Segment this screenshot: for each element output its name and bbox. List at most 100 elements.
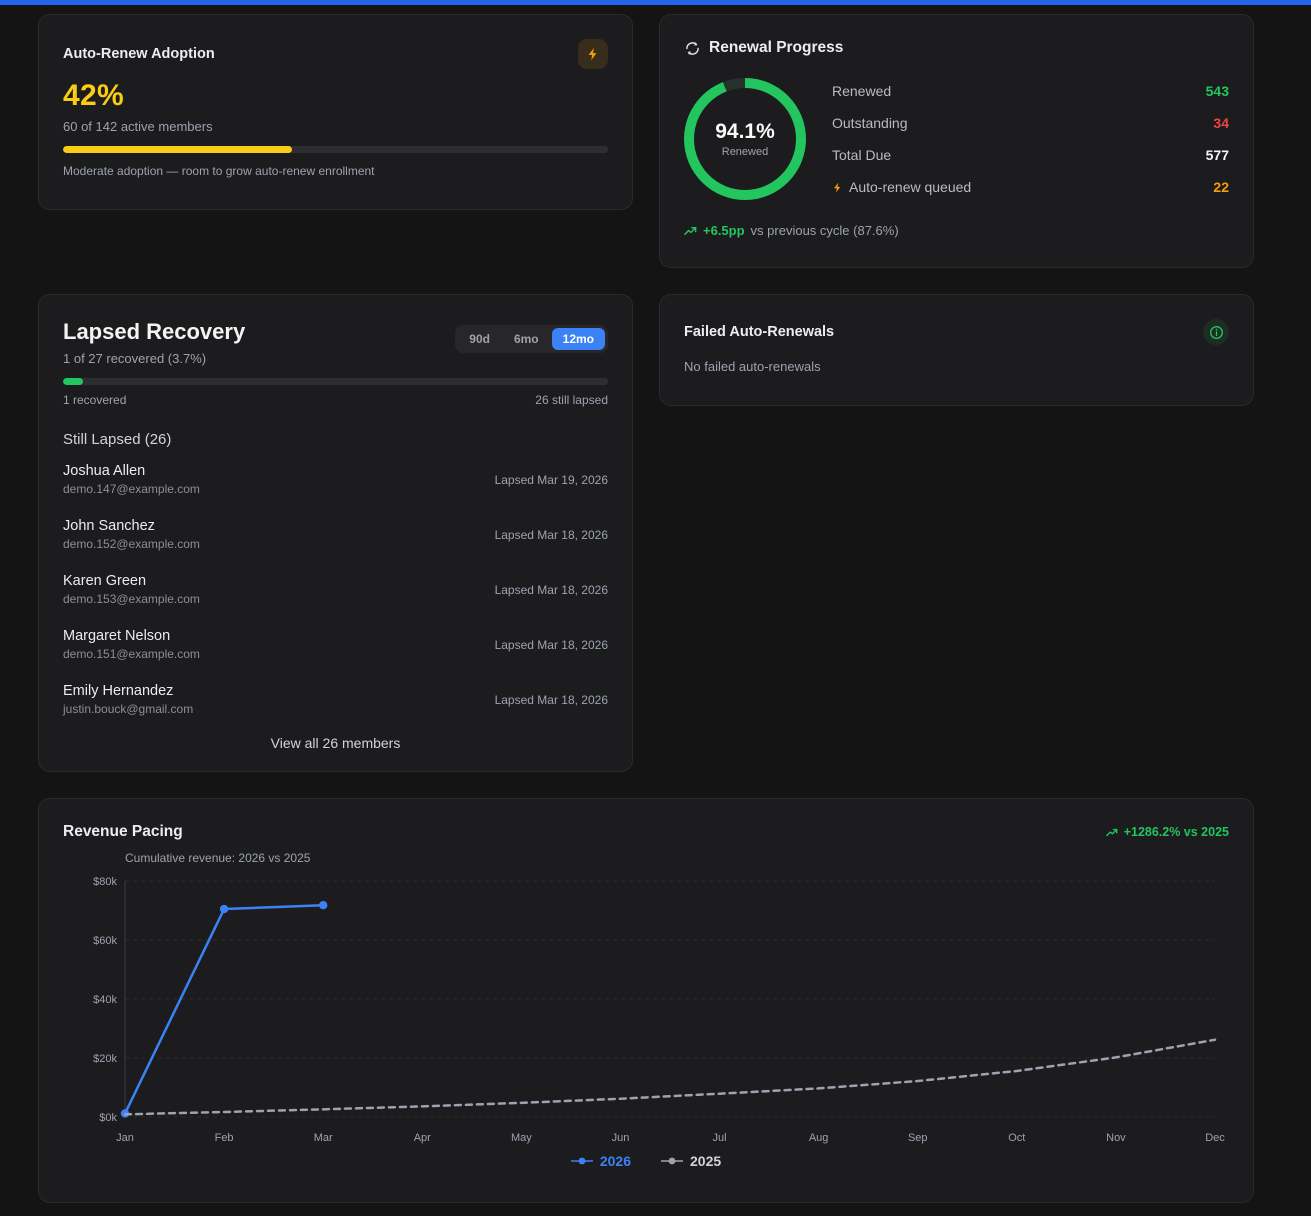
revenue-pacing-chart: $0k $20k $40k $60k $80k Jan Feb Mar Apr May Jun Jul…	[93, 876, 1225, 1144]
renewal-progress-card: Renewal Progress 94.1% Renewed Renewed 5…	[659, 14, 1254, 268]
member-row[interactable]: Margaret Nelson demo.151@example.com Lap…	[63, 617, 608, 672]
lapsed-members-list: Joshua Allen demo.147@example.com Lapsed…	[63, 452, 608, 727]
auto-renew-adoption-card: Auto-Renew Adoption 42% 60 of 142 active…	[38, 14, 633, 210]
lapsed-heading: Lapsed Recovery 1 of 27 recovered (3.7%)	[63, 319, 245, 366]
renewal-donut-chart: 94.1% Renewed	[684, 78, 806, 200]
svg-text:Dec: Dec	[1205, 1132, 1225, 1144]
failed-auto-renewals-message: No failed auto-renewals	[684, 359, 821, 374]
stat-value: 577	[1205, 147, 1229, 163]
stat-value: 543	[1205, 83, 1229, 99]
still-lapsed-section-title: Still Lapsed (26)	[63, 431, 172, 448]
card-title-failed-auto-renewals: Failed Auto-Renewals	[684, 324, 835, 340]
stat-label: Total Due	[832, 147, 892, 163]
stat-label: Outstanding	[832, 115, 908, 131]
lightning-icon	[832, 182, 843, 193]
svg-text:$60k: $60k	[93, 935, 117, 947]
card-title-lapsed-recovery: Lapsed Recovery	[63, 319, 246, 344]
stat-value: 34	[1213, 115, 1229, 131]
member-lapsed-date: Lapsed Mar 18, 2026	[494, 582, 608, 597]
stat-row-renewed: Renewed 543	[832, 75, 1229, 107]
legend-marker-icon	[661, 1156, 683, 1166]
view-all-members-link[interactable]: View all 26 members	[63, 735, 608, 751]
svg-text:Oct: Oct	[1008, 1132, 1025, 1144]
stat-row-auto-renew-queued: Auto-renew queued 22	[832, 171, 1229, 203]
renewal-stats-list: Renewed 543 Outstanding 34 Total Due 577	[832, 75, 1229, 203]
trend-up-icon	[684, 226, 697, 236]
range-90d-button[interactable]: 90d	[458, 328, 501, 350]
member-lapsed-date: Lapsed Mar 18, 2026	[494, 527, 608, 542]
legend-label: 2026	[599, 1153, 631, 1169]
svg-text:$80k: $80k	[93, 876, 117, 888]
range-selector: 90d 6mo 12mo	[455, 325, 608, 353]
failed-auto-renewals-card: Failed Auto-Renewals No failed auto-rene…	[659, 294, 1254, 406]
member-info: John Sanchez demo.152@example.com	[63, 518, 200, 551]
member-email: demo.151@example.com	[63, 647, 200, 661]
svg-text:May: May	[511, 1132, 532, 1144]
donut-center: 94.1% Renewed	[694, 88, 796, 190]
member-lapsed-date: Lapsed Mar 18, 2026	[494, 692, 608, 707]
member-name: Joshua Allen	[63, 463, 146, 479]
member-email: demo.153@example.com	[63, 592, 200, 606]
stat-row-total-due: Total Due 577	[832, 139, 1229, 171]
range-6mo-button[interactable]: 6mo	[503, 328, 550, 350]
member-row[interactable]: Karen Green demo.153@example.com Lapsed …	[63, 562, 608, 617]
member-info: Margaret Nelson demo.151@example.com	[63, 628, 200, 661]
svg-text:Aug: Aug	[809, 1132, 829, 1144]
svg-text:Sep: Sep	[908, 1132, 928, 1144]
member-info: Karen Green demo.153@example.com	[63, 573, 200, 606]
svg-text:Jul: Jul	[713, 1132, 727, 1144]
member-email: demo.147@example.com	[63, 482, 200, 496]
svg-text:Apr: Apr	[414, 1132, 431, 1144]
member-lapsed-date: Lapsed Mar 19, 2026	[494, 472, 608, 487]
member-row[interactable]: Emily Hernandez justin.bouck@gmail.com L…	[63, 672, 608, 727]
range-12mo-button[interactable]: 12mo	[551, 328, 605, 350]
legend-label: 2025	[690, 1153, 722, 1169]
svg-text:Jun: Jun	[612, 1132, 630, 1144]
member-row[interactable]: John Sanchez demo.152@example.com Lapsed…	[63, 507, 608, 562]
lapsed-subtitle: 1 of 27 recovered (3.7%)	[63, 351, 207, 366]
svg-text:$0k: $0k	[99, 1112, 117, 1124]
stat-value: 22	[1213, 179, 1229, 195]
donut-percent: 94.1%	[715, 120, 775, 143]
renewal-delta-caption: vs previous cycle (87.6%)	[750, 223, 899, 238]
top-accent-bar	[0, 0, 1311, 5]
adoption-progress-fill	[63, 146, 292, 153]
card-title-revenue-pacing: Revenue Pacing	[63, 823, 183, 840]
lightning-icon	[578, 39, 608, 69]
refresh-icon	[684, 40, 701, 57]
svg-text:Jan: Jan	[116, 1132, 134, 1144]
lapsed-recovery-card: Lapsed Recovery 1 of 27 recovered (3.7%)…	[38, 294, 633, 772]
svg-text:Nov: Nov	[1106, 1132, 1126, 1144]
legend-marker-icon	[570, 1157, 593, 1165]
stat-label-text: Auto-renew queued	[849, 179, 972, 195]
card-title-renewal-progress: Renewal Progress	[709, 39, 844, 56]
stat-label: Auto-renew queued	[832, 179, 971, 195]
still-lapsed-count-label: 26 still lapsed	[535, 393, 608, 407]
member-name: Karen Green	[63, 573, 147, 589]
revenue-delta: +1286.2% vs 2025	[1123, 825, 1229, 839]
adoption-progress-track	[63, 146, 608, 153]
adoption-subtitle: 60 of 142 active members	[63, 119, 213, 134]
member-info: Joshua Allen demo.147@example.com	[63, 463, 200, 496]
stat-label: Renewed	[832, 83, 892, 99]
member-row[interactable]: Joshua Allen demo.147@example.com Lapsed…	[63, 452, 608, 507]
member-name: Emily Hernandez	[63, 683, 174, 699]
legend-2025[interactable]: 2025	[661, 1153, 721, 1169]
adoption-caption: Moderate adoption — room to grow auto-re…	[63, 164, 375, 178]
legend-2026[interactable]: 2026	[570, 1153, 631, 1169]
renewal-delta: +6.5pp	[703, 223, 745, 238]
stat-row-outstanding: Outstanding 34	[832, 107, 1229, 139]
chart-legend: 2026 2025	[63, 1153, 1229, 1169]
recovery-progress-track	[63, 378, 608, 385]
member-name: Margaret Nelson	[63, 628, 171, 644]
chart-subtitle: Cumulative revenue: 2026 vs 2025	[125, 851, 311, 865]
recovered-count-label: 1 recovered	[63, 393, 127, 407]
svg-text:$40k: $40k	[93, 994, 117, 1006]
trend-up-icon	[1105, 828, 1118, 837]
member-info: Emily Hernandez justin.bouck@gmail.com	[63, 683, 193, 716]
member-lapsed-date: Lapsed Mar 18, 2026	[494, 637, 608, 652]
adoption-percent: 42%	[63, 79, 124, 112]
info-icon	[1203, 319, 1229, 345]
card-title-auto-renew-adoption: Auto-Renew Adoption	[63, 46, 215, 62]
membership-dashboard: Auto-Renew Adoption 42% 60 of 142 active…	[38, 14, 1254, 1203]
